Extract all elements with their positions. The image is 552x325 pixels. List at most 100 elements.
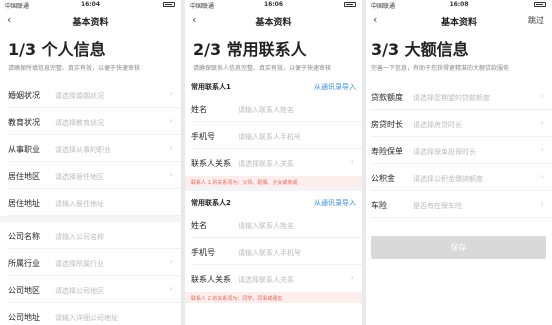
row-placeholder: 请输入详细公司地址 [55,314,118,322]
chevron-right-icon: › [540,199,544,208]
row-label: 手机号 [191,132,215,141]
form-row-marital[interactable]: 婚姻状况 请选择婚姻状况 › [8,81,181,108]
chevron-right-icon: › [350,157,354,166]
status-bar: 中国联通 16:04 [0,0,181,10]
step-subtitle: 请确保所填信息完整、真实有效，以便于快速审核 [8,65,141,72]
row-placeholder: 请选择所属行业 [55,260,104,268]
form-row-education[interactable]: 教育状况 请选择教育状况 › [8,108,181,135]
form-row-contact-name[interactable]: 姓名 请输入联系人姓名 [191,211,362,238]
chevron-right-icon: › [350,273,354,282]
skip-button[interactable]: 跳过 [528,15,544,26]
row-label: 教育状况 [8,118,40,127]
large-amount-form: 贷款额度 请选择您期望的贷款额度 › 房贷时长 请选择房贷时长 › 寿险保单 请… [366,83,552,218]
row-label: 车险 [371,201,387,210]
chevron-right-icon: › [540,91,544,100]
nav-bar: ‹ 基本资料 [185,10,362,32]
form-row-contact-phone[interactable]: 手机号 请输入联系人手机号 [191,122,362,149]
battery-icon [163,2,175,7]
chevron-right-icon: › [169,89,173,98]
company-form: 公司名称 请输入公司名称 所属行业 请选择所属行业 › 公司地区 请选择公司地区… [0,222,181,325]
chevron-right-icon: › [169,257,173,266]
row-placeholder: 请选择保单投保时长 [413,148,476,156]
chevron-right-icon: › [540,145,544,154]
step-title: 2/3 常用联系人 [193,40,307,59]
form-row-contact-phone[interactable]: 手机号 请输入联系人手机号 [191,238,362,265]
contact-group-header: 常用联系人1 从通讯录导入 [191,77,362,95]
form-row-contact-name[interactable]: 姓名 请输入联系人姓名 [191,95,362,122]
chevron-right-icon: › [169,170,173,179]
form-row-housing-fund[interactable]: 公积金 请选择公积金缴纳额度 › [371,164,552,191]
row-placeholder: 是否有在保车险 [413,202,462,210]
form-row-contact-relation[interactable]: 联系人关系 请选择联系人关系 › [191,149,362,176]
row-label: 公司地区 [8,286,40,295]
step-subtitle: 请确保联系人信息完整、真实有效，以便于快速审核 [193,65,332,72]
row-label: 居住地址 [8,199,40,208]
row-label: 公司名称 [8,232,40,241]
row-label: 从事职业 [8,145,40,154]
row-label: 姓名 [191,105,207,114]
form-row-loan-amount[interactable]: 贷款额度 请选择您期望的贷款额度 › [371,83,552,110]
status-time: 16:06 [263,1,284,8]
contact-group-1: 常用联系人1 从通讯录导入 姓名 请输入联系人姓名 手机号 请输入联系人手机号 … [185,77,362,187]
row-label: 寿险保单 [371,147,403,156]
row-label: 所属行业 [8,259,40,268]
row-label: 婚姻状况 [8,91,40,100]
form-row-industry[interactable]: 所属行业 请选择所属行业 › [8,249,181,276]
status-time: 16:04 [80,1,101,8]
screen-personal-info: 中国联通 16:04 ‹ 基本资料 1/3 个人信息 请确保所填信息完整、真实有… [0,0,181,325]
row-placeholder: 请选择居住地区 [55,173,104,181]
row-label: 联系人关系 [191,159,231,168]
form-row-life-insurance[interactable]: 寿险保单 请选择保单投保时长 › [371,137,552,164]
row-placeholder: 请选择公司地区 [55,287,104,295]
form-row-company-address[interactable]: 公司地址 请输入详细公司地址 [8,303,181,325]
chevron-right-icon: › [169,284,173,293]
row-placeholder: 请选择教育状况 [55,119,104,127]
form-row-company-name[interactable]: 公司名称 请输入公司名称 [8,222,181,249]
contact-group-title: 常用联系人2 [191,199,231,207]
form-row-mortgage-duration[interactable]: 房贷时长 请选择房贷时长 › [371,110,552,137]
row-label: 房贷时长 [371,120,403,129]
save-button[interactable]: 保存 [371,236,546,259]
battery-icon [344,2,356,7]
chevron-right-icon: › [540,118,544,127]
step-subtitle: 完善一下信息，有助于您获得更精准的大额贷款服务 [371,65,510,72]
row-placeholder: 请选择您期望的贷款额度 [413,94,490,102]
row-label: 手机号 [191,248,215,257]
chevron-right-icon: › [169,116,173,125]
row-placeholder: 请输入居住地址 [55,200,104,208]
row-label: 居住地区 [8,172,40,181]
nav-title: 基本资料 [440,18,477,28]
row-placeholder: 请输入联系人姓名 [238,106,294,114]
battery-icon [534,2,546,7]
row-placeholder: 请选择公积金缴纳额度 [413,175,483,183]
form-row-occupation[interactable]: 从事职业 请选择从事的职业 › [8,135,181,162]
section-gap [185,187,362,191]
row-label: 联系人关系 [191,275,231,284]
form-row-company-region[interactable]: 公司地区 请选择公司地区 › [8,276,181,303]
row-placeholder: 请输入联系人姓名 [238,222,294,230]
row-label: 贷款额度 [371,93,403,102]
screen-large-amount-info: 中国联通 16:08 ‹ 基本资料 跳过 3/3 大额信息 完善一下信息，有助于… [366,0,552,325]
row-placeholder: 请选择从事的职业 [55,146,111,154]
row-label: 公积金 [371,174,395,183]
nav-bar: ‹ 基本资料 跳过 [366,10,552,32]
screen-contacts: 中国联通 16:06 ‹ 基本资料 2/3 常用联系人 请确保联系人信息完整、真… [185,0,362,325]
import-from-contacts-link[interactable]: 从通讯录导入 [314,198,356,208]
form-row-contact-relation[interactable]: 联系人关系 请选择联系人关系 › [191,265,362,292]
contact-group-header: 常用联系人2 从通讯录导入 [191,193,362,211]
form-row-car-insurance[interactable]: 车险 是否有在保车险 › [371,191,552,218]
nav-title: 基本资料 [255,18,292,28]
contact-group-title: 常用联系人1 [191,83,231,91]
step-title: 1/3 个人信息 [8,40,106,59]
import-from-contacts-link[interactable]: 从通讯录导入 [314,82,356,92]
status-time: 16:08 [449,1,469,8]
relation-hint: 联系人 1 的关系须为：父母、配偶、子女或亲戚 [185,176,362,187]
row-placeholder: 请选择联系人关系 [238,160,294,168]
row-placeholder: 请选择婚姻状况 [55,92,104,100]
form-row-residence-address[interactable]: 居住地址 请输入居住地址 [8,189,181,216]
contact-group-2: 常用联系人2 从通讯录导入 姓名 请输入联系人姓名 手机号 请输入联系人手机号 … [185,193,362,303]
row-placeholder: 请输入公司名称 [55,233,104,241]
step-title: 3/3 大额信息 [371,40,469,59]
chevron-right-icon: › [540,172,544,181]
form-row-residence-region[interactable]: 居住地区 请选择居住地区 › [8,162,181,189]
